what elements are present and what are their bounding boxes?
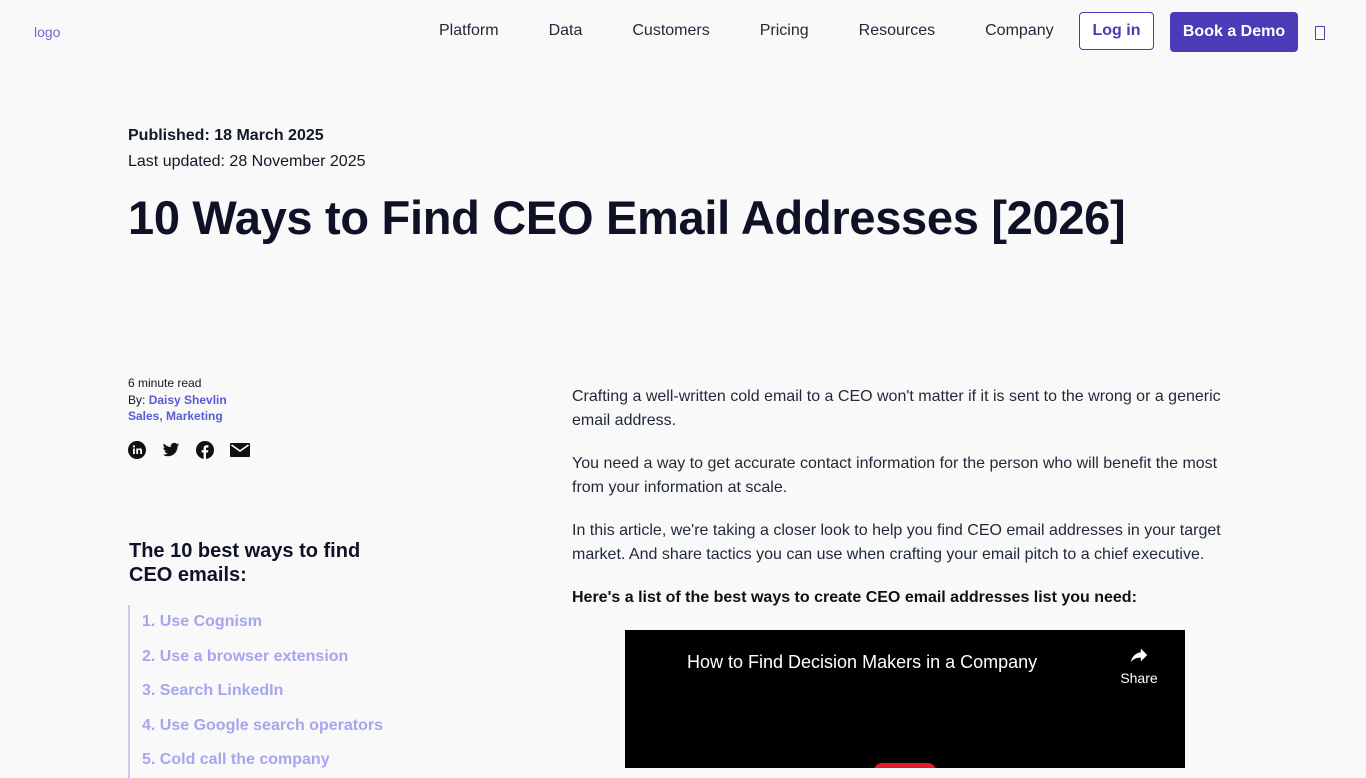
nav-platform[interactable]: Platform [439, 22, 499, 40]
toc-item[interactable]: 3. Search LinkedIn [142, 674, 383, 709]
facebook-icon[interactable] [196, 441, 214, 459]
video-share-button[interactable]: Share [1119, 644, 1159, 686]
video-title[interactable]: How to Find Decision Makers in a Company [687, 652, 1037, 673]
category-links[interactable]: Sales, Marketing [128, 408, 227, 425]
body-paragraph: You need a way to get accurate contact i… [572, 455, 1218, 496]
nav-pricing[interactable]: Pricing [760, 22, 809, 40]
nav-company[interactable]: Company [985, 22, 1053, 40]
nav-data[interactable]: Data [549, 22, 583, 40]
author-link[interactable]: Daisy Shevlin [149, 393, 227, 407]
toc-item[interactable]: 4. Use Google search operators [142, 709, 383, 744]
share-arrow-icon [1130, 648, 1148, 663]
nav-customers[interactable]: Customers [632, 22, 709, 40]
login-button[interactable]: Log in [1079, 12, 1154, 50]
table-of-contents: 1. Use Cognism 2. Use a browser extensio… [128, 605, 383, 778]
linkedin-icon[interactable] [128, 441, 146, 459]
logo[interactable]: logo [32, 24, 60, 40]
body-paragraph: In this article, we're taking a closer l… [572, 522, 1221, 563]
toc-item[interactable]: 5. Cold call the company [142, 743, 383, 778]
share-icons [128, 441, 250, 459]
last-updated-date: Last updated: 28 November 2025 [128, 153, 366, 170]
toc-item[interactable]: 2. Use a browser extension [142, 640, 383, 675]
body-paragraph: Crafting a well-written cold email to a … [572, 388, 1221, 429]
list-intro: Here's a list of the best ways to create… [572, 589, 1137, 606]
twitter-icon[interactable] [162, 441, 180, 459]
menu-toggle-icon[interactable] [1315, 26, 1325, 40]
video-embed[interactable]: How to Find Decision Makers in a Company… [625, 630, 1185, 768]
logo-alt-text: logo [34, 24, 61, 40]
book-demo-button[interactable]: Book a Demo [1170, 12, 1298, 52]
article-body: Crafting a well-written cold email to a … [572, 385, 1232, 629]
by-label: By: [128, 392, 146, 407]
main-nav: Platform Data Customers Pricing Resource… [439, 22, 1104, 40]
read-time: 6 minute read [128, 376, 202, 390]
video-share-label: Share [1120, 670, 1158, 686]
nav-resources[interactable]: Resources [859, 22, 935, 40]
site-header: logo Platform Data Customers Pricing Res… [0, 0, 1366, 64]
published-date: Published: 18 March 2025 [128, 127, 324, 144]
play-button-icon[interactable] [874, 763, 936, 768]
article-meta: 6 minute read By: Daisy Shevlin Sales, M… [128, 375, 227, 425]
toc-item[interactable]: 1. Use Cognism [142, 605, 383, 640]
byline: By: Daisy Shevlin [128, 392, 227, 409]
toc-title: The 10 best ways to find CEO emails: [129, 540, 361, 586]
email-icon[interactable] [230, 441, 250, 459]
page-title: 10 Ways to Find CEO Email Addresses [202… [128, 191, 1126, 244]
